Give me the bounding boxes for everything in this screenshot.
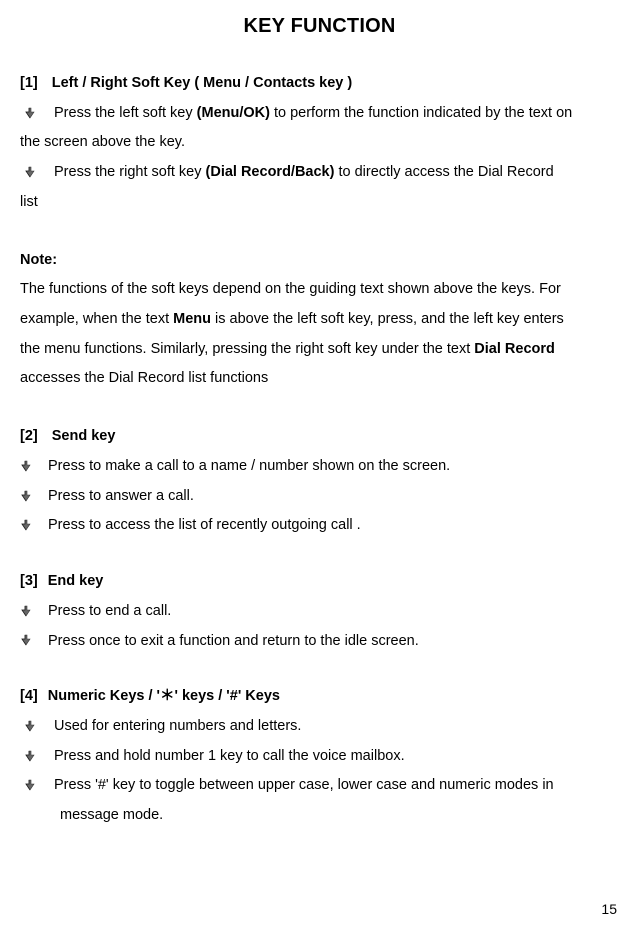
section-title: Numeric Keys / '＊' keys / '#' Keys xyxy=(48,688,280,704)
section-4-bullet-3: Press '#' key to toggle between upper ca… xyxy=(20,771,619,801)
arrow-down-icon xyxy=(20,605,32,617)
section-4-bullet-1: Used for entering numbers and letters. xyxy=(20,712,619,742)
arrow-down-icon xyxy=(24,166,36,178)
page-number: 15 xyxy=(601,895,617,924)
arrow-down-icon xyxy=(20,634,32,646)
bullet-text: Press and hold number 1 key to call the … xyxy=(54,748,405,764)
bullet-text: Press the left soft key (Menu/OK) to per… xyxy=(54,105,572,121)
section-title: Send key xyxy=(52,428,116,444)
section-index: [1] xyxy=(20,75,38,91)
bullet-text: Press to answer a call. xyxy=(48,488,194,504)
section-2-heading: [2] Send key xyxy=(20,422,619,452)
bullet-continuation: message mode. xyxy=(20,801,619,831)
note-heading: Note: xyxy=(20,246,619,276)
bullet-text: Press '#' key to toggle between upper ca… xyxy=(54,777,554,793)
bullet-continuation: the screen above the key. xyxy=(20,128,619,158)
section-3-bullet-1: Press to end a call. xyxy=(20,597,619,627)
note-line: example, when the text Menu is above the… xyxy=(20,305,619,335)
section-1-bullet-1: Press the left soft key (Menu/OK) to per… xyxy=(20,99,619,129)
section-2-bullet-3: Press to access the list of recently out… xyxy=(20,511,619,541)
section-4-heading: [4] Numeric Keys / '＊' keys / '#' Keys xyxy=(20,682,619,712)
bullet-text: Press to make a call to a name / number … xyxy=(48,458,450,474)
bullet-text: Used for entering numbers and letters. xyxy=(54,718,301,734)
arrow-down-icon xyxy=(24,720,36,732)
arrow-down-icon xyxy=(24,779,36,791)
section-3-bullet-2: Press once to exit a function and return… xyxy=(20,627,619,657)
arrow-down-icon xyxy=(24,107,36,119)
note-line: The functions of the soft keys depend on… xyxy=(20,275,619,305)
bullet-text: Press once to exit a function and return… xyxy=(48,633,419,649)
section-title: Left / Right Soft Key ( Menu / Contacts … xyxy=(52,75,353,91)
bullet-text: Press to access the list of recently out… xyxy=(48,517,361,533)
section-title: End key xyxy=(48,573,104,589)
section-index: [2] xyxy=(20,428,38,444)
section-4-bullet-2: Press and hold number 1 key to call the … xyxy=(20,742,619,772)
section-1-bullet-2: Press the right soft key (Dial Record/Ba… xyxy=(20,158,619,188)
arrow-down-icon xyxy=(20,460,32,472)
arrow-down-icon xyxy=(20,490,32,502)
section-1-heading: [1] Left / Right Soft Key ( Menu / Contac… xyxy=(20,69,619,99)
section-2-bullet-1: Press to make a call to a name / number … xyxy=(20,452,619,482)
bullet-continuation: list xyxy=(20,188,619,218)
bullet-text: Press the right soft key (Dial Record/Ba… xyxy=(54,164,554,180)
section-2-bullet-2: Press to answer a call. xyxy=(20,482,619,512)
note-line: the menu functions. Similarly, pressing … xyxy=(20,335,619,365)
section-index: [3] xyxy=(20,573,38,589)
section-3-heading: [3] End key xyxy=(20,567,619,597)
note-line: accesses the Dial Record list functions xyxy=(20,364,619,394)
arrow-down-icon xyxy=(24,750,36,762)
arrow-down-icon xyxy=(20,519,32,531)
bullet-text: Press to end a call. xyxy=(48,603,171,619)
section-index: [4] xyxy=(20,688,38,704)
page-title: KEY FUNCTION xyxy=(20,6,619,47)
